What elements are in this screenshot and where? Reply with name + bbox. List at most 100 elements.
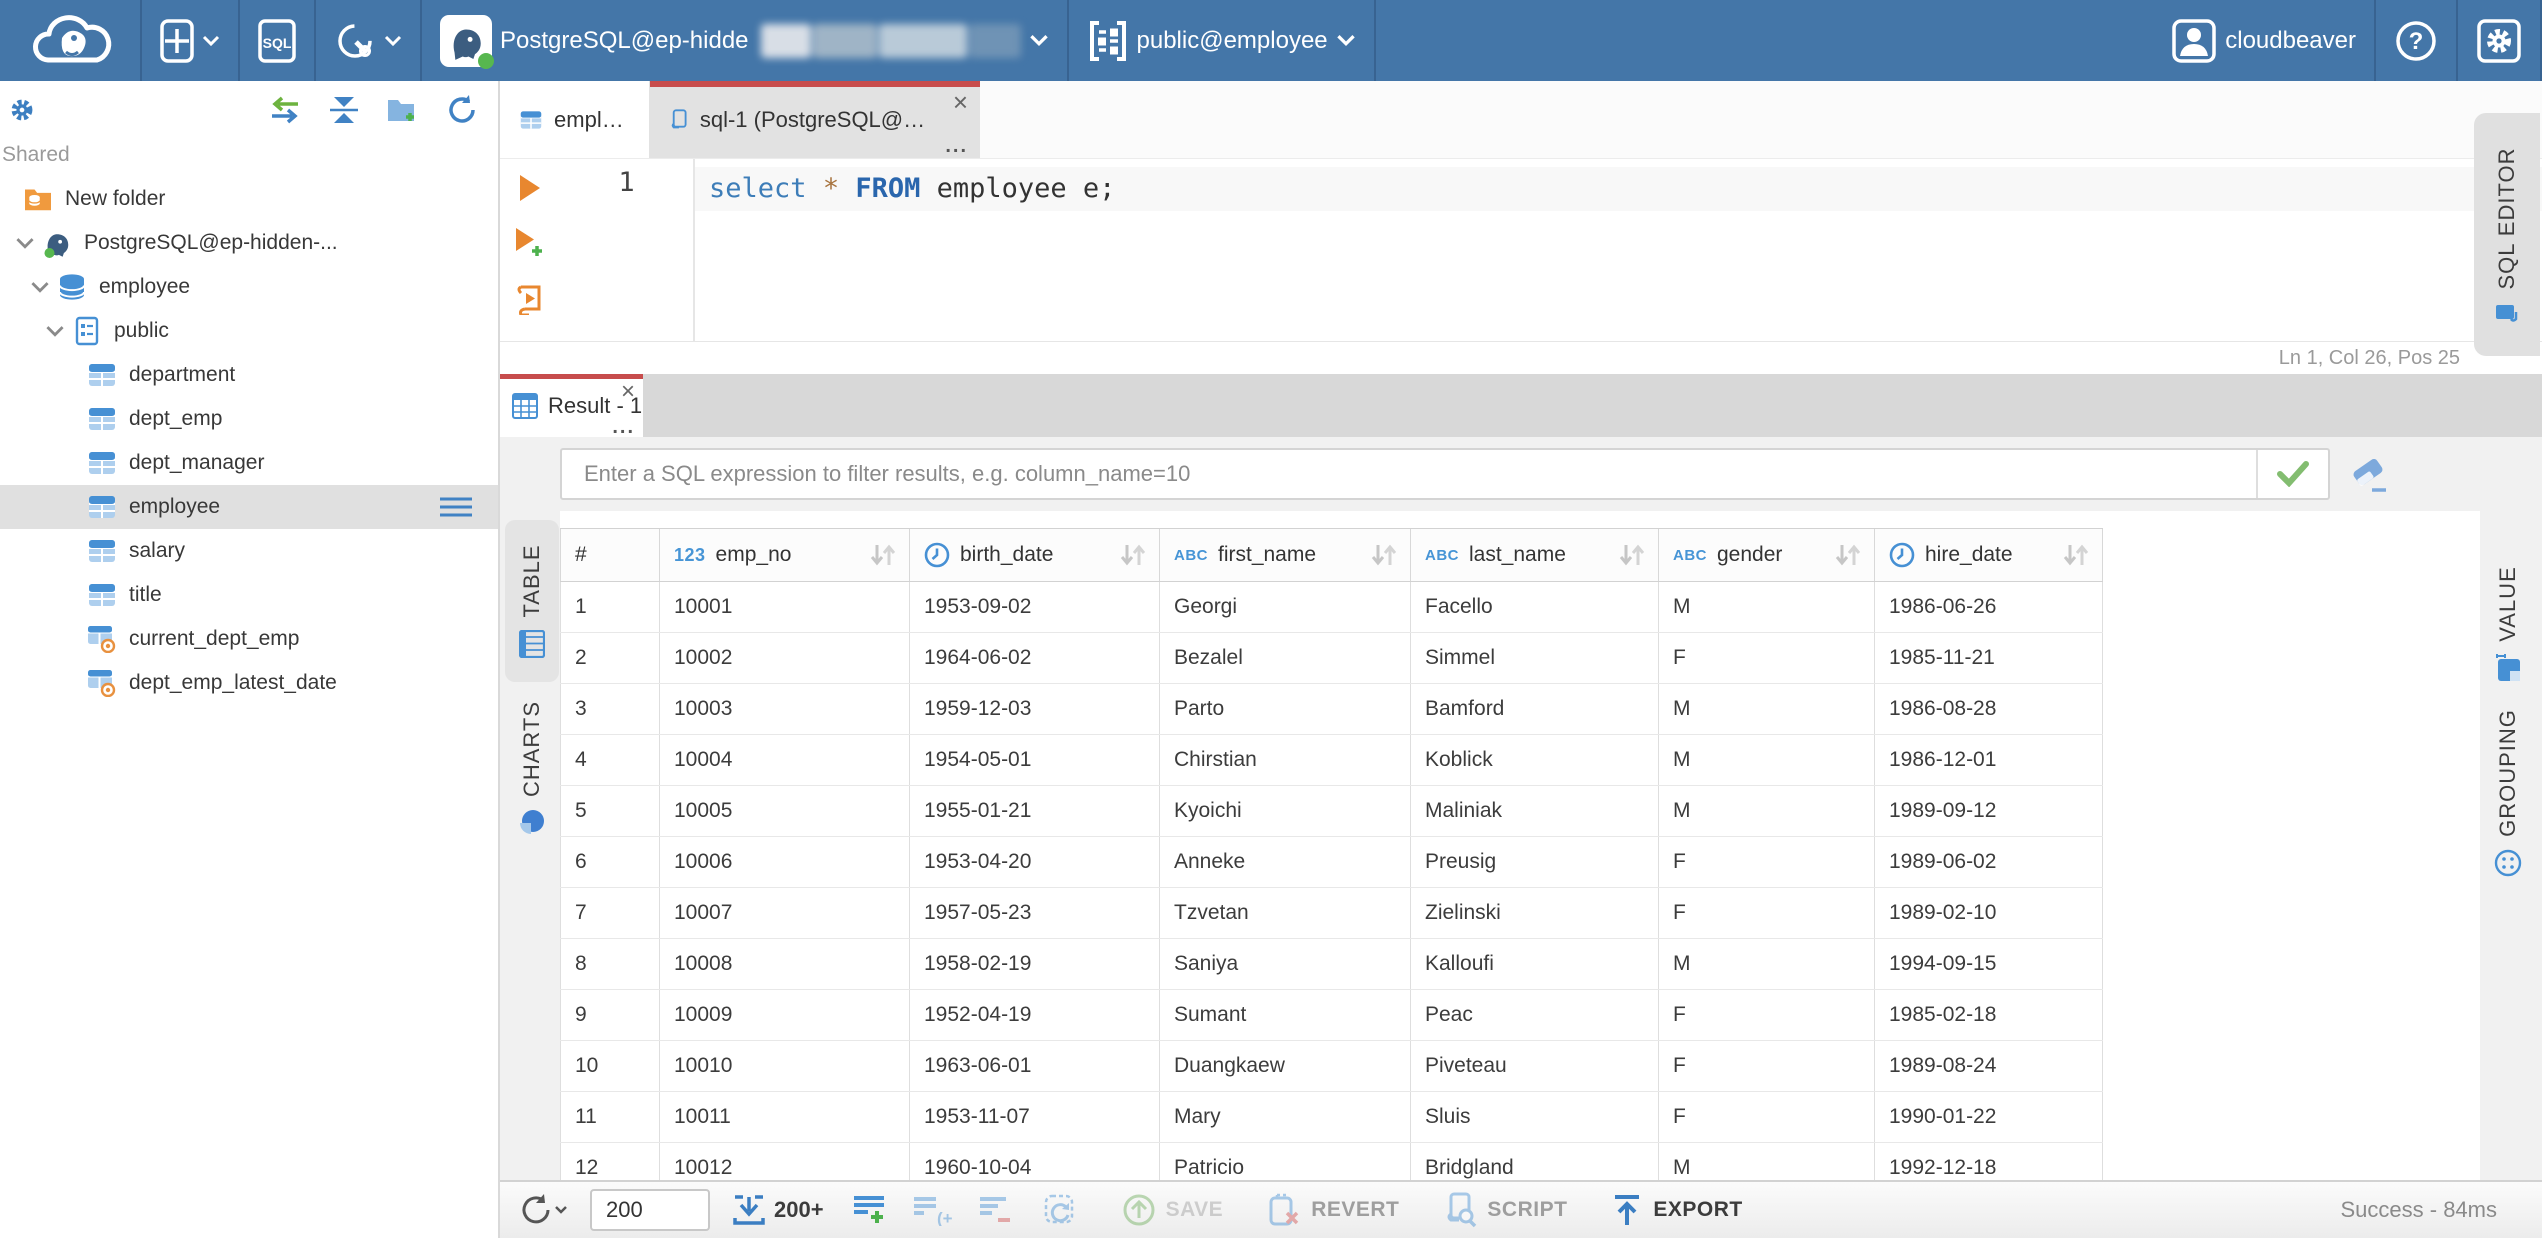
- data-cell[interactable]: Kyoichi: [1160, 786, 1411, 836]
- sort-arrows-icon[interactable]: [1616, 541, 1646, 569]
- tree-item-employee[interactable]: employee: [0, 265, 498, 309]
- column-header-birth_date[interactable]: birth_date: [910, 529, 1160, 581]
- cloudbeaver-logo-icon[interactable]: [0, 8, 140, 73]
- tab-sql-1[interactable]: sql-1 (PostgreSQL@ep-hidde... × ...: [650, 81, 980, 158]
- data-cell[interactable]: F: [1659, 990, 1875, 1040]
- data-cell[interactable]: M: [1659, 939, 1875, 989]
- revert-button[interactable]: REVERT: [1267, 1193, 1399, 1227]
- close-icon[interactable]: ×: [953, 89, 968, 115]
- tab-menu-icon[interactable]: ...: [945, 136, 968, 156]
- data-cell[interactable]: Saniya: [1160, 939, 1411, 989]
- data-cell[interactable]: 1963-06-01: [910, 1041, 1160, 1091]
- data-cell[interactable]: Simmel: [1411, 633, 1659, 683]
- clear-filter-button[interactable]: [2348, 454, 2392, 494]
- vtab-value[interactable]: VALUE: [2482, 560, 2534, 688]
- data-cell[interactable]: Zielinski: [1411, 888, 1659, 938]
- data-cell[interactable]: Piveteau: [1411, 1041, 1659, 1091]
- tree-item-department[interactable]: department: [0, 353, 498, 397]
- data-cell[interactable]: 1985-02-18: [1875, 990, 2103, 1040]
- column-header-first_name[interactable]: ABC first_name: [1160, 529, 1411, 581]
- export-button[interactable]: EXPORT: [1611, 1193, 1742, 1227]
- data-cell[interactable]: F: [1659, 1041, 1875, 1091]
- data-cell[interactable]: Koblick: [1411, 735, 1659, 785]
- column-header-gender[interactable]: ABC gender: [1659, 529, 1875, 581]
- tree-item-current_dept_emp[interactable]: current_dept_emp: [0, 617, 498, 661]
- data-cell[interactable]: Duangkaew: [1160, 1041, 1411, 1091]
- column-header-emp_no[interactable]: 123 emp_no: [660, 529, 910, 581]
- data-cell[interactable]: 1994-09-15: [1875, 939, 2103, 989]
- column-header-last_name[interactable]: ABC last_name: [1411, 529, 1659, 581]
- data-cell[interactable]: F: [1659, 1092, 1875, 1142]
- data-cell[interactable]: 1953-09-02: [910, 582, 1160, 632]
- data-cell[interactable]: 1953-11-07: [910, 1092, 1160, 1142]
- sort-arrows-icon[interactable]: [867, 541, 897, 569]
- driver-manager-button[interactable]: [316, 0, 420, 81]
- tab-employee[interactable]: employee: [500, 81, 650, 158]
- row-number-cell[interactable]: 12: [560, 1143, 660, 1180]
- connection-selector[interactable]: PostgreSQL@ep-hidde: [422, 0, 1067, 81]
- data-cell[interactable]: 10008: [660, 939, 910, 989]
- row-number-cell[interactable]: 7: [560, 888, 660, 938]
- settings-button[interactable]: [2458, 0, 2540, 81]
- data-cell[interactable]: Parto: [1160, 684, 1411, 734]
- vtab-table[interactable]: TABLE: [505, 520, 559, 682]
- data-cell[interactable]: 1960-10-04: [910, 1143, 1160, 1180]
- schema-selector[interactable]: public@employee: [1069, 0, 1374, 81]
- data-cell[interactable]: 10011: [660, 1092, 910, 1142]
- execute-in-new-tab-button[interactable]: [514, 227, 546, 259]
- data-cell[interactable]: Bamford: [1411, 684, 1659, 734]
- data-cell[interactable]: 1964-06-02: [910, 633, 1160, 683]
- row-number-cell[interactable]: 9: [560, 990, 660, 1040]
- row-number-cell[interactable]: 5: [560, 786, 660, 836]
- row-number-cell[interactable]: 8: [560, 939, 660, 989]
- sort-arrows-icon[interactable]: [1832, 541, 1862, 569]
- data-cell[interactable]: Sumant: [1160, 990, 1411, 1040]
- data-cell[interactable]: Kalloufi: [1411, 939, 1659, 989]
- chevron-down-icon[interactable]: [8, 237, 42, 250]
- duplicate-row-button[interactable]: (+): [912, 1194, 952, 1226]
- tree-item-employee[interactable]: employee: [0, 485, 498, 529]
- data-cell[interactable]: 1990-01-22: [1875, 1092, 2103, 1142]
- row-limit-input[interactable]: [590, 1189, 710, 1231]
- chevron-down-icon[interactable]: [23, 281, 57, 294]
- data-cell[interactable]: M: [1659, 1143, 1875, 1180]
- data-cell[interactable]: 10007: [660, 888, 910, 938]
- tree-item-postgresql-ep-hidden--[interactable]: PostgreSQL@ep-hidden-...: [0, 221, 498, 265]
- help-button[interactable]: ?: [2376, 0, 2456, 81]
- row-number-cell[interactable]: 6: [560, 837, 660, 887]
- data-cell[interactable]: 1953-04-20: [910, 837, 1160, 887]
- data-cell[interactable]: Sluis: [1411, 1092, 1659, 1142]
- data-cell[interactable]: Facello: [1411, 582, 1659, 632]
- data-cell[interactable]: 1989-09-12: [1875, 786, 2103, 836]
- close-icon[interactable]: ×: [621, 380, 635, 404]
- data-cell[interactable]: F: [1659, 837, 1875, 887]
- tree-item-dept_manager[interactable]: dept_manager: [0, 441, 498, 485]
- delete-row-button[interactable]: [978, 1194, 1012, 1226]
- data-cell[interactable]: 10012: [660, 1143, 910, 1180]
- data-cell[interactable]: F: [1659, 633, 1875, 683]
- row-menu-icon[interactable]: [438, 495, 474, 525]
- filter-input[interactable]: [562, 450, 2256, 498]
- new-sql-editor-button[interactable]: SQL: [240, 0, 314, 81]
- data-cell[interactable]: M: [1659, 684, 1875, 734]
- data-cell[interactable]: Anneke: [1160, 837, 1411, 887]
- vtab-grouping[interactable]: GROUPING: [2482, 688, 2534, 898]
- collapse-all-icon[interactable]: [328, 95, 360, 125]
- data-cell[interactable]: M: [1659, 786, 1875, 836]
- tab-result-1[interactable]: Result - 1 × ...: [500, 374, 643, 437]
- chevron-down-icon[interactable]: [38, 325, 72, 338]
- data-cell[interactable]: M: [1659, 582, 1875, 632]
- data-cell[interactable]: 10002: [660, 633, 910, 683]
- code-area[interactable]: select * FROM employee e;: [695, 159, 2542, 341]
- tree-item-new-folder[interactable]: New folder: [0, 177, 498, 221]
- data-cell[interactable]: 10009: [660, 990, 910, 1040]
- row-number-cell[interactable]: 10: [560, 1041, 660, 1091]
- auto-refresh-button[interactable]: [1042, 1193, 1078, 1227]
- save-button[interactable]: SAVE: [1122, 1193, 1224, 1227]
- vtab-charts[interactable]: CHARTS: [505, 684, 559, 852]
- data-cell[interactable]: F: [1659, 888, 1875, 938]
- column-header-hire_date[interactable]: hire_date: [1875, 529, 2103, 581]
- data-cell[interactable]: 1992-12-18: [1875, 1143, 2103, 1180]
- sidebar-settings-gear-icon[interactable]: [6, 94, 38, 126]
- row-number-cell[interactable]: 4: [560, 735, 660, 785]
